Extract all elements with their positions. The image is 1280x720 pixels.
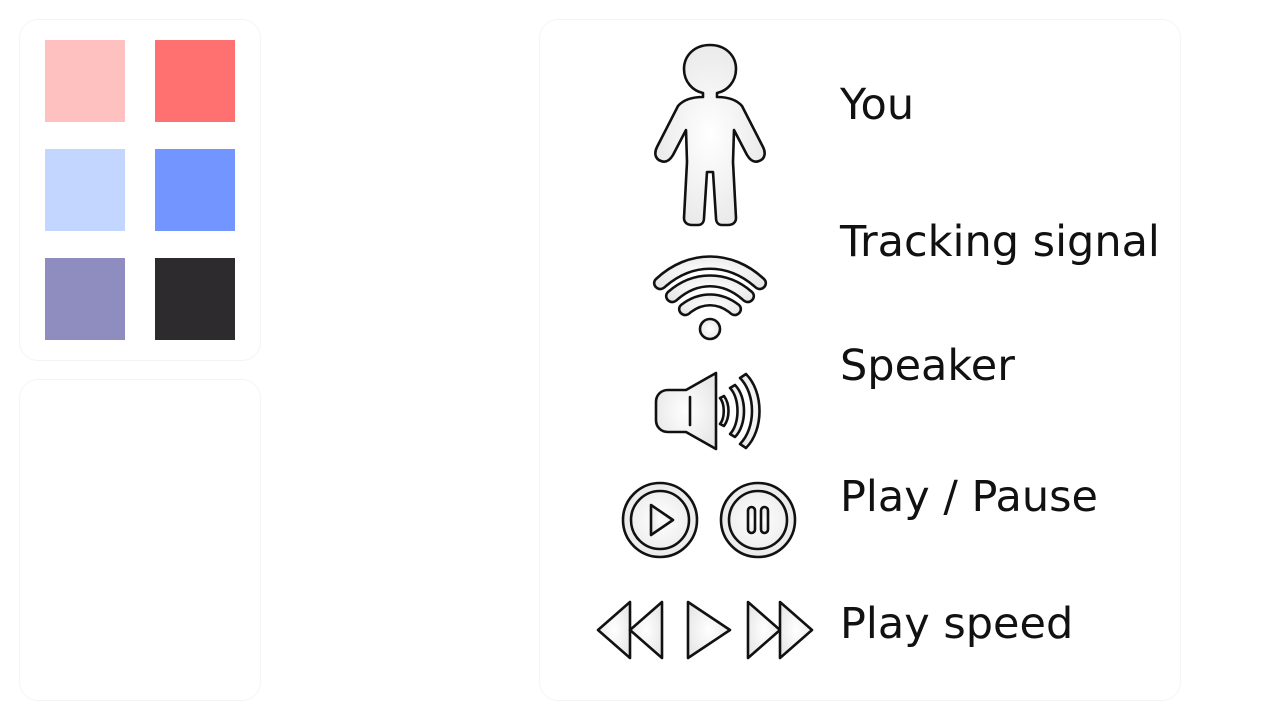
legend-panel: You Tracking signal Speaker Play / Pause: [540, 20, 1180, 700]
person-icon: [654, 43, 766, 227]
empty-panel: [20, 380, 260, 700]
legend-label-play-pause: Play / Pause: [840, 472, 1098, 522]
legend-label-you: You: [840, 80, 915, 130]
play-button-icon[interactable]: [620, 480, 700, 560]
legend-label-speaker: Speaker: [840, 341, 1015, 391]
play-normal-speed-icon[interactable]: [682, 598, 734, 662]
swatch-light-blue[interactable]: [45, 149, 125, 231]
speaker-icon: [654, 371, 761, 451]
legend-label-tracking-signal: Tracking signal: [840, 217, 1160, 267]
fast-forward-icon[interactable]: [742, 598, 816, 662]
rewind-icon[interactable]: [594, 598, 668, 662]
swatch-near-black[interactable]: [155, 258, 235, 340]
swatch-blue[interactable]: [155, 149, 235, 231]
swatch-lavender[interactable]: [45, 258, 125, 340]
swatch-red[interactable]: [155, 40, 235, 122]
signal-icon: [652, 255, 768, 341]
legend-label-play-speed: Play speed: [840, 599, 1074, 649]
pause-button-icon[interactable]: [718, 480, 798, 560]
color-palette-panel: [20, 20, 260, 360]
swatch-light-red[interactable]: [45, 40, 125, 122]
